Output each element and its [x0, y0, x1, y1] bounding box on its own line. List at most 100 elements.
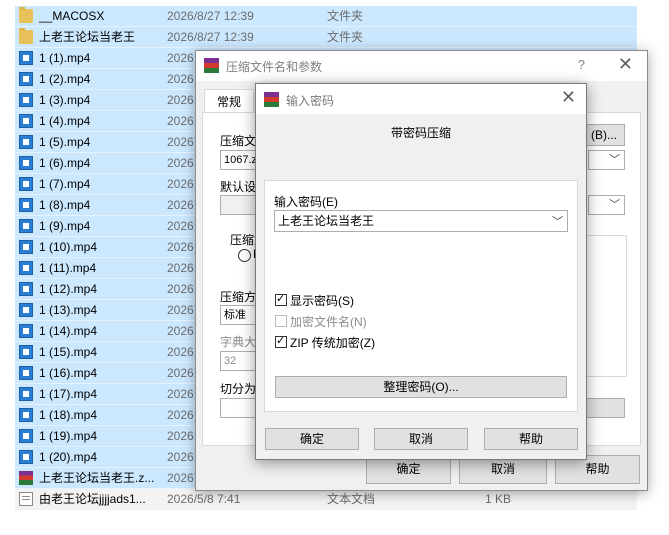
video-file-icon: [19, 429, 33, 443]
show-password-label: 显示密码(S): [290, 294, 354, 308]
file-name: 1 (19).mp4: [39, 429, 98, 443]
help-icon[interactable]: ?: [578, 57, 585, 72]
file-name: 1 (2).mp4: [39, 72, 91, 86]
file-date: 2026: [167, 261, 194, 275]
split-volume-label: 切分为: [220, 382, 257, 396]
file-date: 2026: [167, 93, 194, 107]
dialog-titlebar: 输入密码 ✕: [256, 84, 586, 114]
video-file-icon: [19, 135, 33, 149]
winrar-app-icon: [264, 92, 279, 107]
dialog-heading: 带密码压缩: [390, 126, 451, 140]
radio-rar[interactable]: [238, 249, 251, 262]
file-date: 2026/8/27 12:39: [167, 9, 254, 23]
tab-general[interactable]: 常规: [204, 89, 254, 114]
video-file-icon: [19, 177, 33, 191]
video-file-icon: [19, 93, 33, 107]
dialog-titlebar: 压缩文件名和参数 ? ✕: [196, 51, 647, 81]
file-name: 1 (16).mp4: [39, 366, 98, 380]
file-date: 2026: [167, 429, 194, 443]
enter-password-dialog: 输入密码 ✕ 带密码压缩 输入密码(E) 上老王论坛当老王 ﹀ 显示密码(S) …: [255, 83, 587, 460]
file-date: 2026: [167, 114, 194, 128]
file-name: 1 (1).mp4: [39, 51, 91, 65]
video-file-icon: [19, 156, 33, 170]
file-date: 2026: [167, 135, 194, 149]
file-date: 2026/8/27 12:39: [167, 30, 254, 44]
cancel-button[interactable]: 取消: [374, 428, 468, 450]
password-value: 上老王论坛当老王: [278, 214, 375, 228]
video-file-icon: [19, 366, 33, 380]
video-file-icon: [19, 219, 33, 233]
file-name: 1 (20).mp4: [39, 450, 98, 464]
file-size: 1 KB: [485, 492, 512, 506]
file-date: 2026: [167, 303, 194, 317]
file-date: 2026: [167, 366, 194, 380]
file-date: 2026/5/8 7:41: [167, 492, 241, 506]
help-button[interactable]: 帮助: [484, 428, 578, 450]
update-mode-dropdown[interactable]: ﹀: [588, 195, 625, 215]
text-file-icon: [19, 492, 33, 506]
show-password-checkbox[interactable]: [275, 292, 287, 306]
close-icon[interactable]: ✕: [618, 54, 633, 75]
file-name: 1 (9).mp4: [39, 219, 91, 233]
rar-archive-icon: [19, 471, 33, 485]
file-name: 1 (18).mp4: [39, 408, 98, 422]
file-name: 1 (8).mp4: [39, 198, 91, 212]
file-type: 文本文档: [327, 492, 376, 506]
dialog-title: 输入密码: [286, 94, 335, 108]
set-password-button[interactable]: [583, 398, 625, 418]
options-group-box: [583, 235, 627, 377]
password-group-box: 输入密码(E) 上老王论坛当老王 ﹀ 显示密码(S) 加密文件名(N) ZIP …: [264, 180, 578, 412]
video-file-icon: [19, 282, 33, 296]
file-name: 由老王论坛jjjjads1...: [39, 492, 146, 506]
file-name: 上老王论坛当老王.z...: [39, 471, 155, 485]
file-date: 2026: [167, 282, 194, 296]
video-file-icon: [19, 450, 33, 464]
file-type: 文件夹: [327, 30, 364, 44]
file-name: 1 (17).mp4: [39, 387, 98, 401]
browse-button[interactable]: (B)...: [583, 124, 625, 146]
file-row[interactable]: __MACOSX 2026/8/27 12:39 文件夹: [15, 6, 637, 27]
chevron-down-icon: ﹀: [552, 216, 563, 228]
video-file-icon: [19, 72, 33, 86]
file-name: 1 (13).mp4: [39, 303, 98, 317]
chevron-down-icon: ﹀: [609, 154, 620, 166]
encrypt-filenames-checkbox[interactable]: [275, 315, 287, 327]
file-name: 1 (14).mp4: [39, 324, 98, 338]
ok-button[interactable]: 确定: [265, 428, 359, 450]
file-name: 1 (5).mp4: [39, 135, 91, 149]
file-date: 2026: [167, 51, 194, 65]
password-label: 输入密码(E): [274, 195, 338, 209]
video-file-icon: [19, 324, 33, 338]
file-date: 2026: [167, 345, 194, 359]
file-date: 2026: [167, 324, 194, 338]
video-file-icon: [19, 240, 33, 254]
file-row[interactable]: 由老王论坛jjjjads1... 2026/5/8 7:41 文本文档 1 KB: [15, 489, 637, 510]
password-input[interactable]: 上老王论坛当老王 ﹀: [274, 210, 568, 232]
video-file-icon: [19, 198, 33, 212]
file-name: 1 (12).mp4: [39, 282, 98, 296]
archive-name-dropdown[interactable]: ﹀: [588, 150, 625, 170]
video-file-icon: [19, 114, 33, 128]
file-date: 2026: [167, 408, 194, 422]
video-file-icon: [19, 387, 33, 401]
video-file-icon: [19, 408, 33, 422]
file-date: 2026: [167, 72, 194, 86]
chevron-down-icon: ﹀: [609, 199, 620, 211]
folder-icon: [19, 7, 33, 23]
default-profile-label: 默认设: [220, 180, 257, 194]
file-name: 1 (4).mp4: [39, 114, 91, 128]
zip-legacy-encryption-label: ZIP 传统加密(Z): [290, 336, 376, 350]
close-icon[interactable]: ✕: [561, 87, 576, 108]
organize-passwords-button[interactable]: 整理密码(O)...: [275, 376, 567, 398]
zip-legacy-encryption-checkbox[interactable]: [275, 334, 287, 348]
file-date: 2026: [167, 450, 194, 464]
video-file-icon: [19, 51, 33, 65]
file-date: 2026: [167, 198, 194, 212]
file-name: 1 (11).mp4: [39, 261, 97, 275]
winrar-app-icon: [204, 58, 219, 73]
dictionary-size-label: 字典大: [220, 335, 257, 349]
file-name: 1 (3).mp4: [39, 93, 91, 107]
encrypt-filenames-label: 加密文件名(N): [290, 315, 367, 329]
file-row[interactable]: 上老王论坛当老王 2026/8/27 12:39 文件夹: [15, 27, 637, 48]
video-file-icon: [19, 303, 33, 317]
